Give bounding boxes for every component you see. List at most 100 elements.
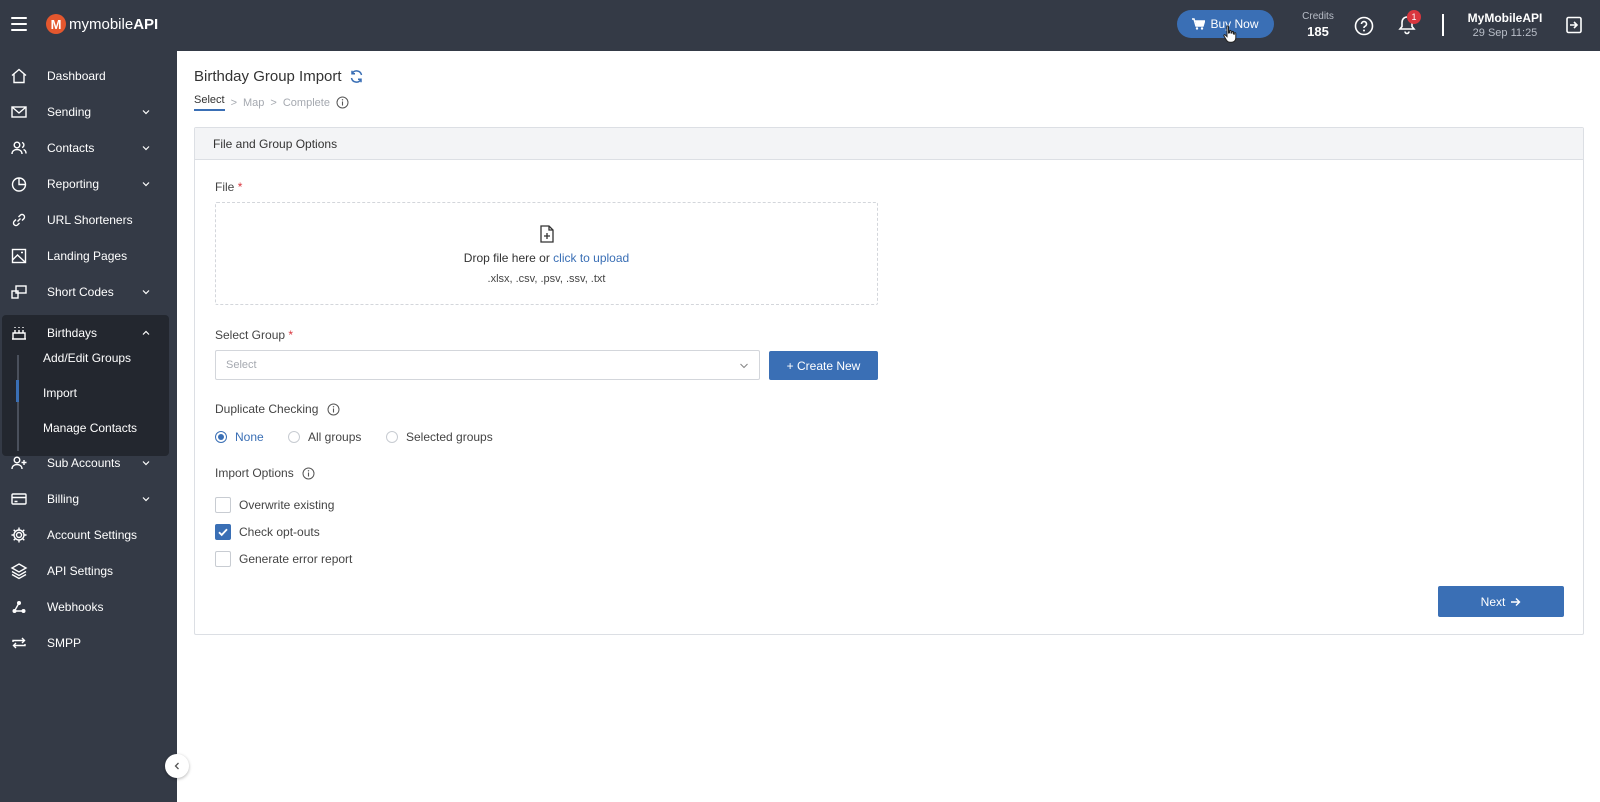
sidebar-item-label: API Settings [47,564,114,578]
next-button[interactable]: Next [1438,586,1564,617]
file-label: File * [215,180,243,194]
radio-button[interactable] [215,431,227,443]
breadcrumb-step-map: Map [243,96,265,109]
submenu-item-manage-contacts[interactable]: Manage Contacts [43,421,137,435]
sidebar-item-sub-accounts[interactable]: Sub Accounts [0,445,177,481]
sidebar-item-sending[interactable]: Sending [0,94,177,130]
sidebar: Dashboard Sending Contacts Reporting URL… [0,51,177,802]
sidebar-collapse-button[interactable] [165,754,189,778]
sidebar-item-label: Contacts [47,141,95,155]
sidebar-item-label: Sending [47,105,92,119]
radio-none[interactable]: None [215,430,264,444]
sidebar-item-api-settings[interactable]: API Settings [0,553,177,589]
file-dropzone[interactable]: Drop file here or click to upload .xlsx,… [215,202,878,305]
sidebar-item-billing[interactable]: Billing [0,481,177,517]
sidebar-item-short-codes[interactable]: Short Codes [0,274,177,310]
checkmark-icon [218,528,228,537]
sidebar-item-landing-pages[interactable]: Landing Pages [0,238,177,274]
credits-display: Credits 185 [1294,11,1342,39]
repeat-icon [12,637,26,649]
arrow-right-icon [1511,597,1521,606]
radio-button[interactable] [288,431,300,443]
link-icon [12,213,26,227]
radio-all-groups[interactable]: All groups [288,430,361,444]
user-plus-icon [11,456,27,470]
group-select-placeholder: Select [226,359,257,371]
next-label: Next [1480,594,1506,609]
top-bar: M mymobileAPI Buy Now Credits 185 1 MyMo… [0,0,1600,51]
cart-icon [1192,18,1206,30]
checkbox[interactable] [215,524,231,540]
breadcrumb-step-select[interactable]: Select [194,94,225,111]
breadcrumb-step-complete: Complete [282,96,330,109]
submenu-guide-line [17,355,19,451]
info-icon[interactable] [302,467,315,480]
page-title-text: Birthday Group Import [194,68,342,85]
create-new-button[interactable]: + Create New [769,351,878,380]
select-group-label: Select Group * [215,328,294,342]
layers-icon [10,563,28,580]
credits-label: Credits [1302,11,1334,22]
sidebar-item-label: Sub Accounts [47,456,121,470]
chevron-down-icon [142,290,150,295]
checkbox[interactable] [215,551,231,567]
sidebar-item-url-shorteners[interactable]: URL Shorteners [0,202,177,238]
sidebar-item-webhooks[interactable]: Webhooks [0,589,177,625]
radio-button[interactable] [386,431,398,443]
click-to-upload-link[interactable]: click to upload [553,251,629,265]
sidebar-item-reporting[interactable]: Reporting [0,166,177,202]
refresh-icon[interactable] [349,69,364,84]
submenu-item-add-edit-groups[interactable]: Add/Edit Groups [43,351,131,365]
checkbox[interactable] [215,497,231,513]
sidebar-item-birthdays[interactable]: Birthdays [0,315,177,351]
sidebar-item-label: Reporting [47,177,100,191]
hand-cursor-icon [1223,25,1237,43]
info-icon[interactable] [336,96,349,109]
checkbox-overwrite-existing[interactable]: Overwrite existing [215,497,334,513]
image-icon [11,248,27,264]
credits-value: 185 [1307,24,1329,39]
notification-badge: 1 [1407,10,1421,24]
checkbox-label: Check opt-outs [239,525,320,539]
allowed-file-types: .xlsx, .csv, .psv, .ssv, .txt [487,273,606,285]
logout-icon[interactable] [1565,16,1583,34]
checkbox-generate-error-report[interactable]: Generate error report [215,551,352,567]
breadcrumb: Select > Map > Complete [194,94,349,111]
user-info[interactable]: MyMobileAPI 29 Sep 11:25 [1462,11,1548,39]
sidebar-item-label: Landing Pages [47,249,128,263]
pie-chart-icon [11,177,27,192]
group-select[interactable]: Select [215,350,760,380]
header-divider [1442,14,1444,36]
help-icon[interactable] [1354,16,1374,36]
sidebar-item-smpp[interactable]: SMPP [0,625,177,661]
contacts-icon [11,141,27,155]
sidebar-item-dashboard[interactable]: Dashboard [0,58,177,94]
gear-icon [11,527,27,543]
chevron-down-icon [740,363,748,369]
submenu-item-import[interactable]: Import [43,386,77,400]
short-codes-icon [11,285,27,299]
credit-card-icon [11,493,27,505]
sidebar-item-account-settings[interactable]: Account Settings [0,517,177,553]
app-logo[interactable]: M mymobileAPI [46,14,158,34]
chevron-up-icon [142,330,150,335]
chevron-down-icon [142,182,150,187]
chevron-down-icon [142,146,150,151]
radio-selected-groups[interactable]: Selected groups [386,430,493,444]
home-icon [11,68,27,84]
radio-label: None [235,430,264,444]
hamburger-menu-icon[interactable] [11,17,27,31]
webhook-icon [12,601,26,613]
submenu-active-indicator [16,380,19,402]
info-icon[interactable] [327,403,340,416]
mail-icon [11,106,27,118]
chevron-left-icon [174,762,179,770]
import-options-label: Import Options [215,466,315,480]
breadcrumb-separator: > [270,96,277,109]
chevron-down-icon [142,497,150,502]
page-title: Birthday Group Import [194,68,364,85]
sidebar-item-contacts[interactable]: Contacts [0,130,177,166]
checkbox-check-opt-outs[interactable]: Check opt-outs [215,524,320,540]
sidebar-item-label: Billing [47,492,80,506]
sidebar-item-label: Short Codes [47,285,114,299]
